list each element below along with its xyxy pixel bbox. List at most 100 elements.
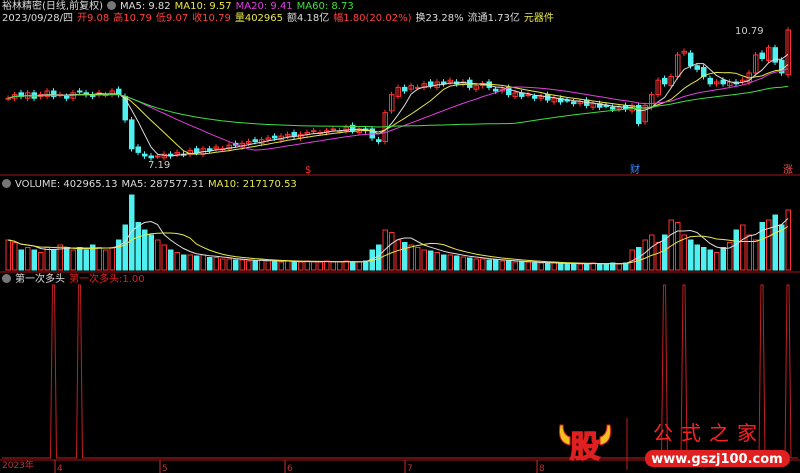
volume-bar: [38, 252, 44, 271]
volume-bar: [278, 261, 284, 271]
volume-bar: [64, 247, 70, 271]
candle: [662, 77, 668, 85]
volume-bar: [733, 229, 739, 271]
volume-bar: [447, 254, 453, 271]
volume-bar: [265, 260, 271, 271]
candle: [369, 128, 375, 139]
volume-bar: [402, 242, 408, 271]
volume-bar: [317, 261, 323, 271]
month-label: 7: [407, 464, 413, 473]
volume-bar: [558, 263, 564, 271]
candle: [252, 139, 258, 143]
volume-bar: [363, 260, 369, 271]
volume-bar: [18, 249, 24, 271]
month-label: 5: [162, 464, 168, 473]
volume-bar: [707, 249, 713, 271]
volume-bar: [96, 247, 102, 271]
volume-bar: [181, 254, 187, 271]
volume-bar: [584, 263, 590, 271]
volume-bar: [44, 247, 50, 271]
volume-bar: [174, 252, 180, 271]
volume-bar: [246, 260, 252, 271]
watermark-title: 公式之家: [653, 421, 765, 445]
volume-bar: [207, 257, 213, 271]
volume-bar: [168, 249, 174, 271]
volume-bar: [460, 256, 466, 271]
volume-bar: [681, 234, 687, 271]
volume-bar: [694, 244, 700, 271]
candle: [402, 86, 408, 92]
candle: [207, 148, 213, 152]
volume-bar: [493, 259, 499, 271]
volume-bar: [655, 242, 661, 271]
volume-bar: [330, 261, 336, 271]
low-price-label: 7.19: [148, 160, 170, 171]
volume-bar: [740, 224, 746, 271]
volume-bar: [434, 252, 440, 271]
volume-bar: [571, 262, 577, 271]
volume-bar: [12, 242, 18, 271]
candle: [142, 153, 148, 157]
volume-bar: [233, 259, 239, 271]
volume-bar: [428, 250, 434, 271]
volume-bar: [532, 262, 538, 271]
volume-bar: [714, 252, 720, 271]
candle: [311, 130, 317, 133]
volume-bar: [31, 249, 37, 271]
watermark: 股 公式之家 www.gszj100.com: [559, 418, 790, 470]
candle: [441, 81, 447, 85]
volume-bar: [148, 234, 154, 271]
volume-bar: [688, 239, 694, 271]
volume-bar: [506, 260, 512, 271]
volume-bar: [200, 254, 206, 271]
volume-bar: [155, 239, 161, 271]
month-label: 4: [57, 464, 63, 473]
volume-bar: [122, 224, 128, 271]
candle: [64, 95, 70, 99]
volume-bar: [5, 239, 11, 271]
volume-bar: [285, 260, 291, 271]
volume-bar: [753, 239, 759, 271]
volume-bar: [577, 263, 583, 271]
candle: [532, 95, 538, 99]
volume-bar: [603, 263, 609, 271]
volume-bar: [129, 194, 135, 271]
volume-bar: [220, 258, 226, 271]
watermark-logo: 股: [570, 430, 600, 465]
volume-bar: [486, 259, 492, 271]
volume-bar: [421, 249, 427, 271]
candle: [707, 77, 713, 85]
volume-bar: [512, 261, 518, 271]
volume-bar: [259, 259, 265, 271]
volume-bar: [675, 222, 681, 271]
volume-bar: [473, 258, 479, 271]
volume-bar: [525, 261, 531, 271]
candle: [525, 94, 531, 97]
volume-bar: [746, 234, 752, 271]
volume-bar: [616, 263, 622, 271]
volume-bar: [109, 247, 115, 271]
volume-bar: [252, 260, 258, 271]
volume-bar: [272, 260, 278, 271]
candle: [148, 155, 154, 159]
volume-bar: [135, 222, 141, 271]
volume-bar: [779, 224, 785, 271]
volume-bar: [213, 257, 219, 271]
candle: [135, 146, 141, 153]
volume-bar: [551, 262, 557, 271]
candle: [77, 90, 83, 93]
volume-bar: [83, 249, 89, 271]
volume-bar: [720, 247, 726, 271]
volume-bar: [291, 261, 297, 271]
volume-bar: [356, 261, 362, 271]
volume-bar: [194, 255, 200, 271]
volume-bar: [239, 259, 245, 271]
candle: [129, 119, 135, 150]
volume-bar: [636, 247, 642, 271]
candle: [376, 139, 382, 143]
candle: [194, 148, 200, 153]
candle: [330, 128, 336, 131]
volume-bar: [350, 261, 356, 271]
event-marker: 涨: [783, 164, 793, 176]
chart-canvas[interactable]: 10.79 7.19 $ 财 涨 4 5 6 7 8: [0, 0, 800, 473]
